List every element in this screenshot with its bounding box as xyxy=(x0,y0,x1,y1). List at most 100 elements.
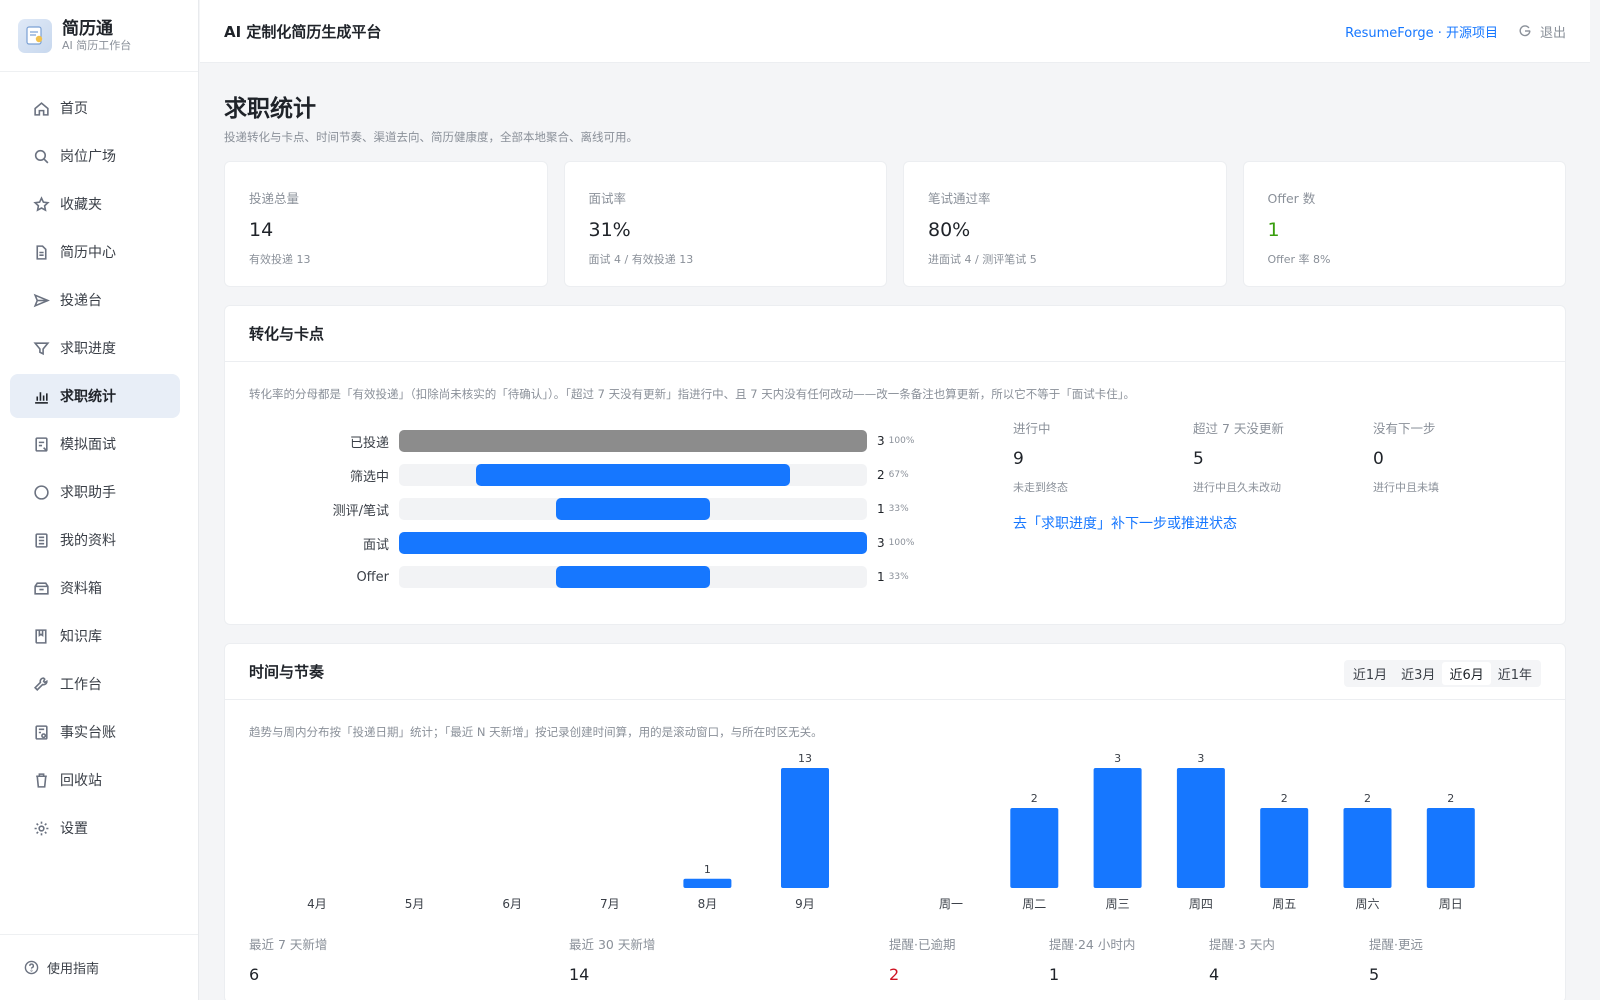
sidebar-item-label: 求职助手 xyxy=(60,485,116,501)
sidebar-item-3[interactable]: 简历中心 xyxy=(10,230,180,274)
funnel-row: 已投递 3 100% xyxy=(249,424,939,458)
rhythm-stat-label: 最近 7 天新增 xyxy=(249,937,328,952)
sidebar-item-15[interactable]: 设置 xyxy=(10,806,180,850)
sidebar-item-0[interactable]: 首页 xyxy=(10,86,180,130)
funnel-track xyxy=(399,566,867,588)
page-subtitle: 投递转化与卡点、时间节奏、渠道去向、简历健康度，全部本地聚合、离线可用。 xyxy=(224,130,638,144)
filter-icon xyxy=(32,339,50,357)
chart-bar xyxy=(1343,808,1392,888)
stat-note: 有效投递 13 xyxy=(249,253,311,266)
home-icon xyxy=(32,99,50,117)
sidebar-item-5[interactable]: 求职进度 xyxy=(10,326,180,370)
funnel-value: 1 xyxy=(877,570,885,584)
rhythm-stat-value: 1 xyxy=(1049,965,1060,984)
kpi-note: 进行中且未填 xyxy=(1373,481,1439,494)
guide-link[interactable]: 使用指南 xyxy=(0,934,198,1000)
sidebar-item-9[interactable]: 我的资料 xyxy=(10,518,180,562)
help-icon xyxy=(24,960,39,975)
chart-bar xyxy=(781,768,829,888)
range-option[interactable]: 近1年 xyxy=(1491,662,1539,685)
brand-subtitle: AI 简历工作台 xyxy=(62,38,132,52)
stat-label: 笔试通过率 xyxy=(928,191,991,206)
brand-name: 简历通 xyxy=(62,18,113,39)
bar-chart-icon xyxy=(32,387,50,405)
sidebar-item-7[interactable]: 模拟面试 xyxy=(10,422,180,466)
kpi-label: 没有下一步 xyxy=(1373,421,1436,436)
kpi-value: 5 xyxy=(1193,449,1204,469)
chart-bar xyxy=(683,878,732,888)
sidebar-item-6[interactable]: 求职统计 xyxy=(10,374,180,418)
funnel-percent: 67% xyxy=(888,470,909,480)
conversion-card: 转化与卡点 转化率的分母都是「有效投递」（扣除尚未核实的「待确认」）。「超过 7… xyxy=(224,305,1566,625)
range-option[interactable]: 近1月 xyxy=(1346,662,1394,685)
sidebar-item-label: 模拟面试 xyxy=(60,437,116,453)
x-tick-label: 周日 xyxy=(1439,897,1463,911)
brand[interactable]: 简历通 AI 简历工作台 xyxy=(0,0,198,72)
stat-card: 笔试通过率 80% 进面试 4 / 测评笔试 5 xyxy=(903,161,1227,287)
kpi-value: 9 xyxy=(1013,449,1024,469)
sidebar-item-label: 首页 xyxy=(60,101,88,117)
rhythm-title: 时间与节奏 xyxy=(249,663,325,681)
range-option[interactable]: 近6月 xyxy=(1442,662,1491,685)
gear-icon xyxy=(32,819,50,837)
bar-value-label: 3 xyxy=(1114,752,1121,765)
stat-note: 面试 4 / 有效投递 13 xyxy=(588,253,694,266)
funnel-percent: 100% xyxy=(888,436,915,446)
kpi-item: 进行中 9 未走到终态 xyxy=(1013,418,1193,495)
bar-value-label: 3 xyxy=(1197,752,1204,765)
rhythm-stat: 最近 30 天新增 14 xyxy=(569,934,889,984)
sidebar-item-13[interactable]: 事实台账 xyxy=(10,710,180,754)
stat-value: 1 xyxy=(1267,219,1280,241)
sidebar-item-label: 岗位广场 xyxy=(60,149,116,165)
sidebar-item-11[interactable]: 知识库 xyxy=(10,614,180,658)
sidebar-item-2[interactable]: 收藏夹 xyxy=(10,182,180,226)
stat-value: 80% xyxy=(928,219,971,241)
funnel-percent: 100% xyxy=(888,538,915,548)
sidebar-item-label: 回收站 xyxy=(60,773,102,789)
box-icon xyxy=(32,579,50,597)
x-tick-label: 9月 xyxy=(795,897,815,911)
rhythm-stat-label: 提醒·3 天内 xyxy=(1209,937,1275,952)
brand-logo-icon xyxy=(18,18,52,53)
stat-value: 31% xyxy=(588,219,631,241)
progress-link[interactable]: 去「求职进度」补下一步或推进状态 xyxy=(1013,513,1553,533)
x-tick-label: 7月 xyxy=(600,897,620,911)
bar-value-label: 2 xyxy=(1447,792,1454,805)
bar-value-label: 2 xyxy=(1031,792,1038,805)
stat-card: Offer 数 1 Offer 率 8% xyxy=(1242,161,1566,287)
send-icon xyxy=(32,291,50,309)
sidebar-item-10[interactable]: 资料箱 xyxy=(10,566,180,610)
funnel-bar xyxy=(556,498,710,520)
profile-list-icon xyxy=(32,531,50,549)
chart-bar xyxy=(1093,768,1142,888)
x-tick-label: 5月 xyxy=(405,897,425,911)
sidebar-item-4[interactable]: 投递台 xyxy=(10,278,180,322)
range-option[interactable]: 近3月 xyxy=(1394,662,1442,685)
kpi-item: 超过 7 天没更新 5 进行中且久未改动 xyxy=(1193,418,1373,495)
sidebar-item-14[interactable]: 回收站 xyxy=(10,758,180,802)
funnel-label: Offer xyxy=(356,569,389,585)
funnel-percent: 33% xyxy=(888,504,909,514)
sidebar-item-8[interactable]: 求职助手 xyxy=(10,470,180,514)
sidebar-item-label: 我的资料 xyxy=(60,533,116,549)
sidebar-item-12[interactable]: 工作台 xyxy=(10,662,180,706)
rhythm-stat-label: 提醒·更远 xyxy=(1369,937,1423,952)
kpi-label: 进行中 xyxy=(1013,421,1051,436)
book-icon xyxy=(32,627,50,645)
sidebar-item-1[interactable]: 岗位广场 xyxy=(10,134,180,178)
logout-button[interactable]: 退出 xyxy=(1518,22,1566,41)
rhythm-stat: 最近 7 天新增 6 xyxy=(249,934,569,984)
funnel-row: Offer 1 33% xyxy=(249,560,939,594)
interview-icon xyxy=(32,435,50,453)
search-icon xyxy=(32,147,50,165)
stat-note: 进面试 4 / 测评笔试 5 xyxy=(928,253,1037,266)
rhythm-card: 时间与节奏 近1月 近3月 近6月 近1年 趋势与周内分布按「投递日期」统计；「最近 … xyxy=(224,643,1566,1000)
project-link[interactable]: ResumeForge · 开源项目 xyxy=(1345,22,1498,41)
ledger-icon xyxy=(32,723,50,741)
stat-cards: 投递总量 14 有效投递 13 面试率 31% 面试 4 / 有效投递 13 笔试通过率 80… xyxy=(224,161,1566,287)
funnel-label: 筛选中 xyxy=(349,469,389,485)
rhythm-note: 趋势与周内分布按「投递日期」统计；「最近 N 天新增」按记录创建时间算，用的是滚… xyxy=(249,725,823,739)
funnel-value: 2 xyxy=(877,468,885,482)
page-title: 求职统计 xyxy=(224,96,316,122)
kpi-value: 0 xyxy=(1373,449,1384,469)
